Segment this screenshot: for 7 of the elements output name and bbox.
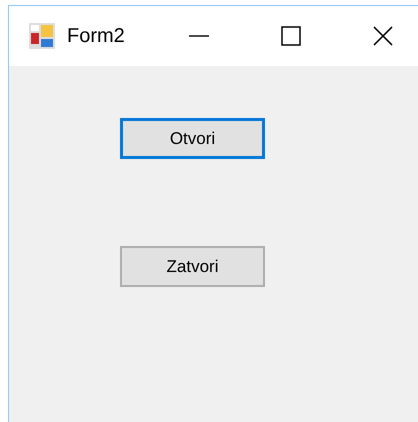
window-title: Form2 [67, 24, 126, 48]
maximize-icon [280, 25, 302, 47]
minimize-icon [188, 35, 210, 37]
app-icon [28, 22, 56, 50]
form-button[interactable]: Otvori [120, 118, 265, 159]
close-icon [372, 25, 394, 47]
form-button[interactable]: Zatvori [120, 246, 265, 287]
